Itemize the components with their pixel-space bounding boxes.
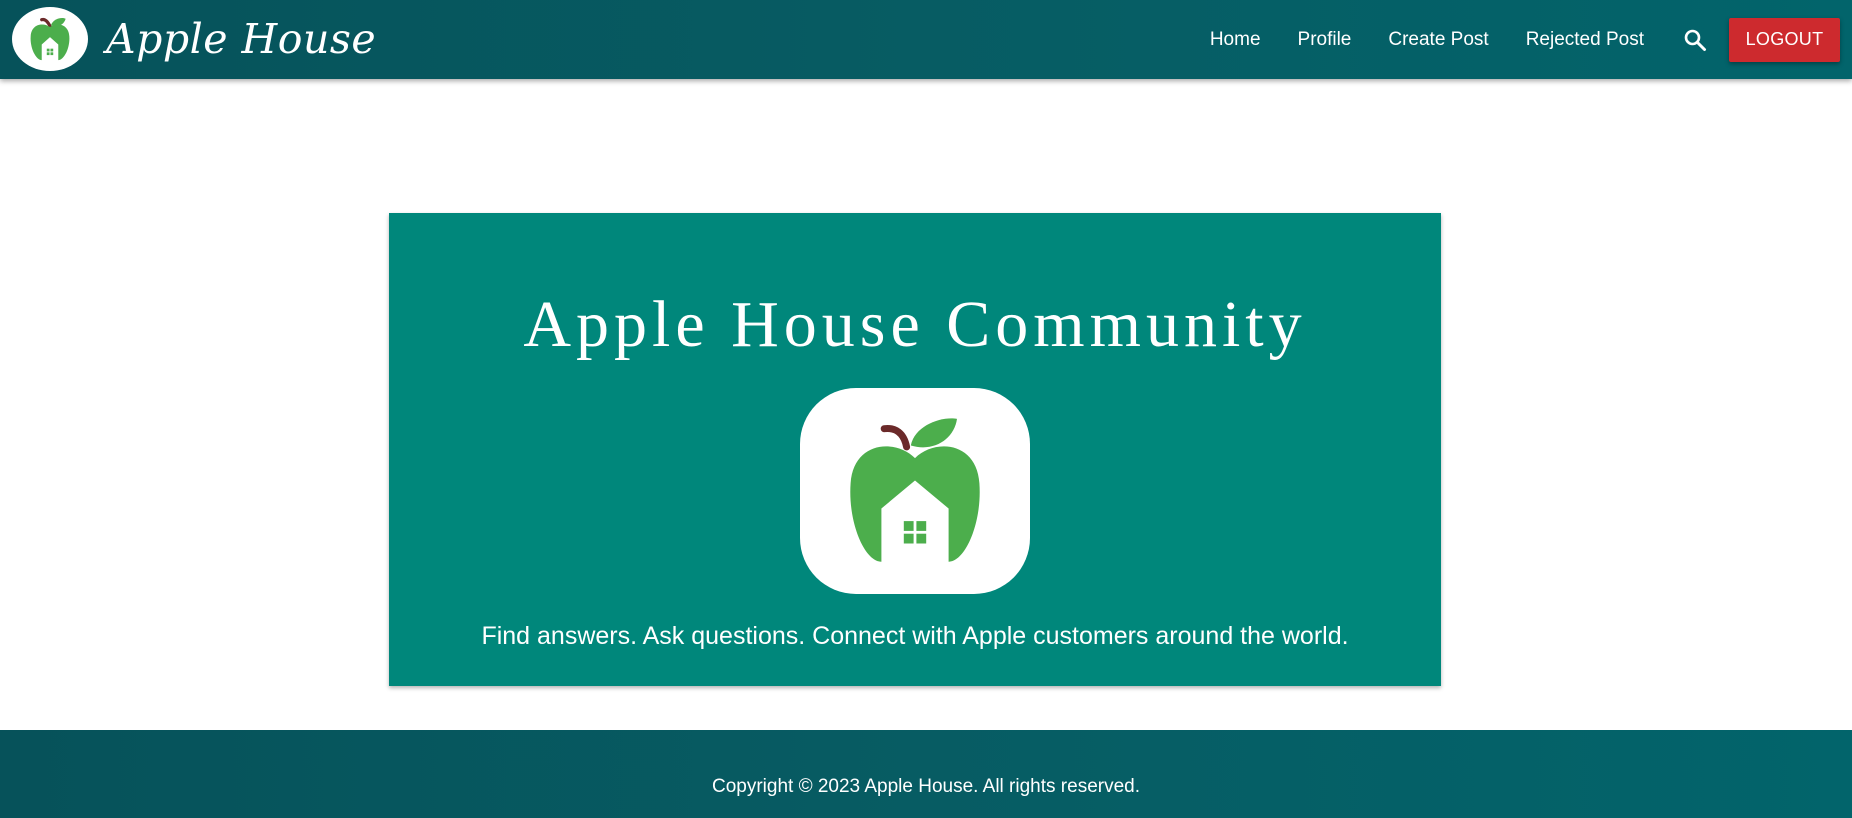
main-nav: Home Profile Create Post Rejected Post L… <box>1210 0 1852 79</box>
hero-title: Apple House Community <box>523 288 1307 361</box>
hero-banner: Apple House Community Find answers. Ask … <box>389 213 1441 686</box>
logout-button[interactable]: LOGOUT <box>1729 17 1840 62</box>
top-navbar: Apple House Home Profile Create Post Rej… <box>0 0 1852 79</box>
apple-house-logo-icon <box>12 7 88 71</box>
nav-home-link[interactable]: Home <box>1210 29 1261 51</box>
nav-profile-link[interactable]: Profile <box>1298 29 1352 51</box>
apple-house-logo-icon <box>800 388 1030 594</box>
nav-rejected-post-link[interactable]: Rejected Post <box>1526 29 1644 51</box>
brand-home-link[interactable]: Apple House <box>12 7 376 71</box>
copyright-text: Copyright © 2023 Apple House. All rights… <box>711 776 1140 797</box>
hero-tagline: Find answers. Ask questions. Connect wit… <box>481 622 1349 650</box>
search-icon[interactable] <box>1681 26 1709 54</box>
nav-create-post-link[interactable]: Create Post <box>1388 29 1488 51</box>
brand-title: Apple House <box>106 15 377 63</box>
page-footer: Copyright © 2023 Apple House. All rights… <box>0 730 1852 818</box>
